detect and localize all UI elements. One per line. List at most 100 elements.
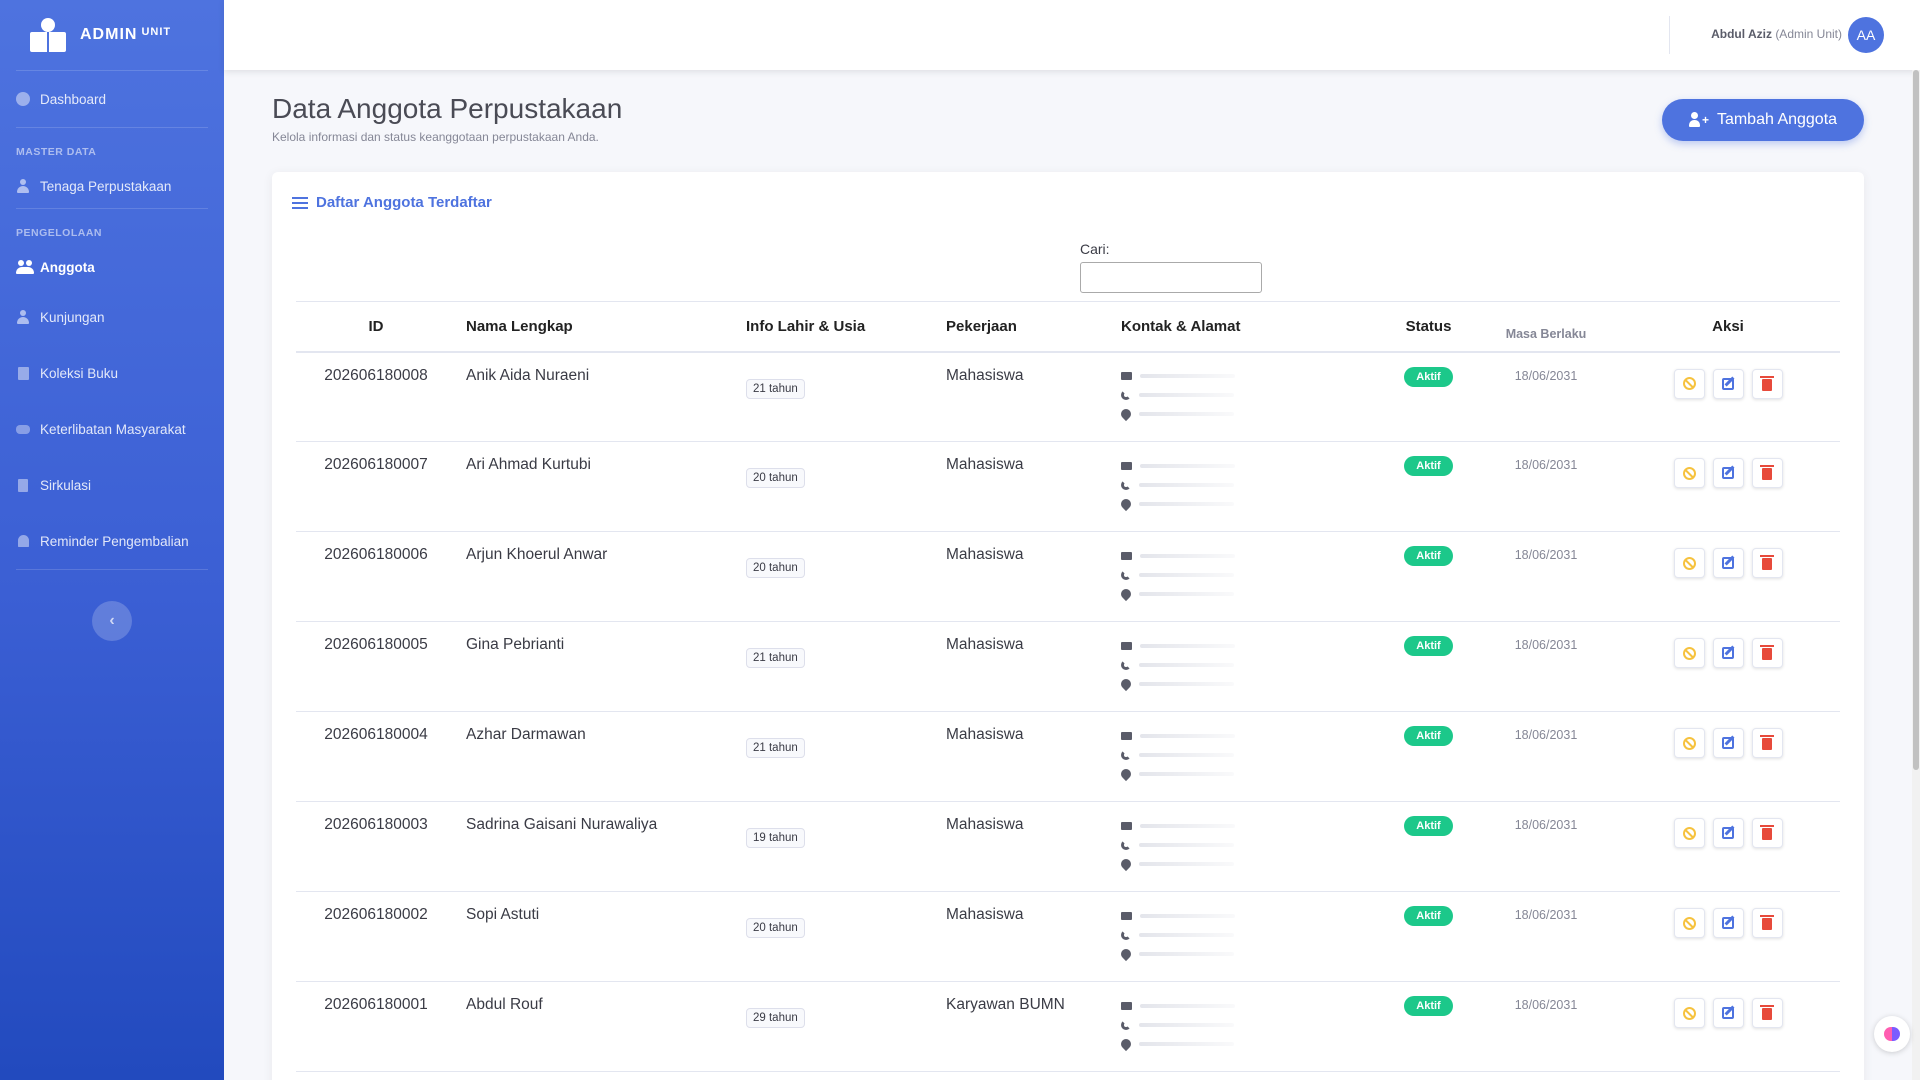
delete-button[interactable] — [1751, 908, 1783, 938]
sidebar-item-label: Keterlibatan Masyarakat — [40, 421, 186, 437]
status-badge: Aktif — [1404, 636, 1453, 656]
table-row: 202606180002 Sopi Astuti 20 tahun Mahasi… — [296, 891, 1840, 982]
delete-button[interactable] — [1751, 368, 1783, 399]
redacted-email — [1140, 553, 1235, 558]
brand[interactable]: ADMIN UNIT — [0, 0, 224, 70]
brand-name: ADMIN UNIT — [80, 26, 172, 43]
redacted-phone — [1139, 932, 1234, 937]
delete-button[interactable] — [1751, 548, 1783, 578]
trash-icon — [1760, 825, 1774, 840]
envelope-icon — [1121, 551, 1132, 560]
member-contact — [1111, 531, 1381, 622]
assistant-brain-icon[interactable] — [1874, 1016, 1910, 1052]
sidebar-item-kunjungan[interactable]: Kunjungan — [0, 289, 224, 345]
search-input[interactable] — [1080, 262, 1262, 293]
page-scrollbar[interactable] — [1912, 70, 1920, 1080]
trash-icon — [1760, 915, 1774, 930]
edit-icon — [1722, 1007, 1734, 1019]
ban-icon — [1682, 377, 1696, 390]
sidebar-item-label: Anggota — [40, 259, 95, 275]
delete-button[interactable] — [1751, 728, 1783, 758]
sidebar-item-label: Sirkulasi — [40, 477, 92, 493]
sidebar-item-dashboard[interactable]: Dashboard — [0, 71, 224, 127]
member-contact — [1111, 621, 1381, 712]
column-header-id[interactable]: ID — [296, 301, 456, 353]
redacted-phone — [1139, 482, 1234, 487]
column-header-name[interactable]: Nama Lengkap — [456, 301, 736, 353]
delete-button[interactable] — [1751, 818, 1783, 848]
map-marker-icon — [1118, 586, 1134, 601]
column-header-job[interactable]: Pekerjaan — [936, 301, 1111, 353]
member-name: Sadrina Gaisani Nurawaliya — [456, 801, 736, 892]
sidebar-item-sirkulasi[interactable]: Sirkulasi — [0, 457, 224, 513]
sidebar-item-koleksi[interactable]: Koleksi Buku — [0, 345, 224, 401]
delete-button[interactable] — [1751, 638, 1783, 668]
edit-button[interactable] — [1712, 908, 1744, 938]
table-row: 202606180003 Sadrina Gaisani Nurawaliya … — [296, 801, 1840, 892]
member-actions — [1616, 531, 1840, 622]
add-member-label: Tambah Anggota — [1716, 111, 1838, 128]
redacted-email — [1140, 823, 1235, 828]
member-birth-info: 19 tahun — [736, 801, 936, 892]
edit-button[interactable] — [1712, 998, 1744, 1028]
deactivate-button[interactable] — [1673, 998, 1705, 1028]
member-birth-info: 21 tahun — [736, 711, 936, 802]
sidebar-toggle-button[interactable]: ‹ — [92, 601, 132, 641]
delete-button[interactable] — [1751, 458, 1783, 488]
sidebar-item-keterlibatan[interactable]: Keterlibatan Masyarakat — [0, 401, 224, 457]
member-actions — [1616, 621, 1840, 712]
member-id: 202606180007 — [296, 441, 456, 532]
edit-button[interactable] — [1712, 728, 1744, 758]
topbar-divider — [1669, 16, 1670, 54]
deactivate-button[interactable] — [1673, 818, 1705, 848]
deactivate-button[interactable] — [1673, 908, 1705, 938]
edit-button[interactable] — [1712, 638, 1744, 668]
clipboard-icon — [16, 478, 30, 492]
card-title: Daftar Anggota Terdaftar — [292, 194, 492, 211]
envelope-icon — [1121, 461, 1132, 470]
member-status: Aktif — [1381, 531, 1476, 622]
edit-button[interactable] — [1712, 368, 1744, 399]
edit-button[interactable] — [1712, 818, 1744, 848]
member-contact — [1111, 441, 1381, 532]
member-actions — [1616, 981, 1840, 1072]
deactivate-button[interactable] — [1673, 548, 1705, 578]
sidebar-item-anggota[interactable]: Anggota — [0, 245, 224, 289]
deactivate-button[interactable] — [1673, 458, 1705, 488]
envelope-icon — [1121, 911, 1132, 920]
user-plus-icon: + — [1688, 112, 1709, 128]
deactivate-button[interactable] — [1673, 728, 1705, 758]
member-birth-info: 20 tahun — [736, 531, 936, 622]
member-job: Mahasiswa — [936, 801, 1111, 892]
member-birth-info: 20 tahun — [736, 441, 936, 532]
member-id: 202606180002 — [296, 891, 456, 982]
status-badge: Aktif — [1404, 456, 1453, 476]
column-header-masa[interactable]: Masa Berlaku — [1476, 301, 1616, 353]
redacted-phone — [1139, 662, 1234, 667]
column-header-lahir[interactable]: Info Lahir & Usia — [736, 301, 936, 353]
column-header-status[interactable]: Status — [1381, 301, 1476, 353]
member-job: Mahasiswa — [936, 891, 1111, 982]
phone-icon — [1121, 749, 1131, 760]
sidebar-item-reminder[interactable]: Reminder Pengembalian — [0, 513, 224, 569]
scrollbar-thumb[interactable] — [1913, 70, 1919, 770]
status-badge: Aktif — [1404, 996, 1453, 1016]
member-valid-until: 18/06/2031 — [1476, 711, 1616, 802]
users-icon — [16, 260, 34, 274]
avatar[interactable]: AA — [1848, 17, 1884, 53]
trash-icon — [1760, 375, 1774, 391]
edit-button[interactable] — [1712, 458, 1744, 488]
members-table-body: 202606180008 Anik Aida Nuraeni 21 tahun … — [296, 351, 1840, 1072]
phone-icon — [1121, 1019, 1131, 1030]
status-badge: Aktif — [1404, 726, 1453, 746]
delete-button[interactable] — [1751, 998, 1783, 1028]
deactivate-button[interactable] — [1673, 368, 1705, 399]
sidebar-item-tenaga[interactable]: Tenaga Perpustakaan — [0, 164, 224, 208]
add-member-button[interactable]: + Tambah Anggota — [1662, 99, 1864, 141]
topbar: Abdul Aziz (Admin Unit) AA — [224, 0, 1920, 70]
ban-icon — [1682, 736, 1696, 750]
user-dropdown[interactable]: Abdul Aziz (Admin Unit) — [1711, 27, 1842, 41]
column-header-contact[interactable]: Kontak & Alamat — [1111, 301, 1381, 353]
edit-button[interactable] — [1712, 548, 1744, 578]
deactivate-button[interactable] — [1673, 638, 1705, 668]
